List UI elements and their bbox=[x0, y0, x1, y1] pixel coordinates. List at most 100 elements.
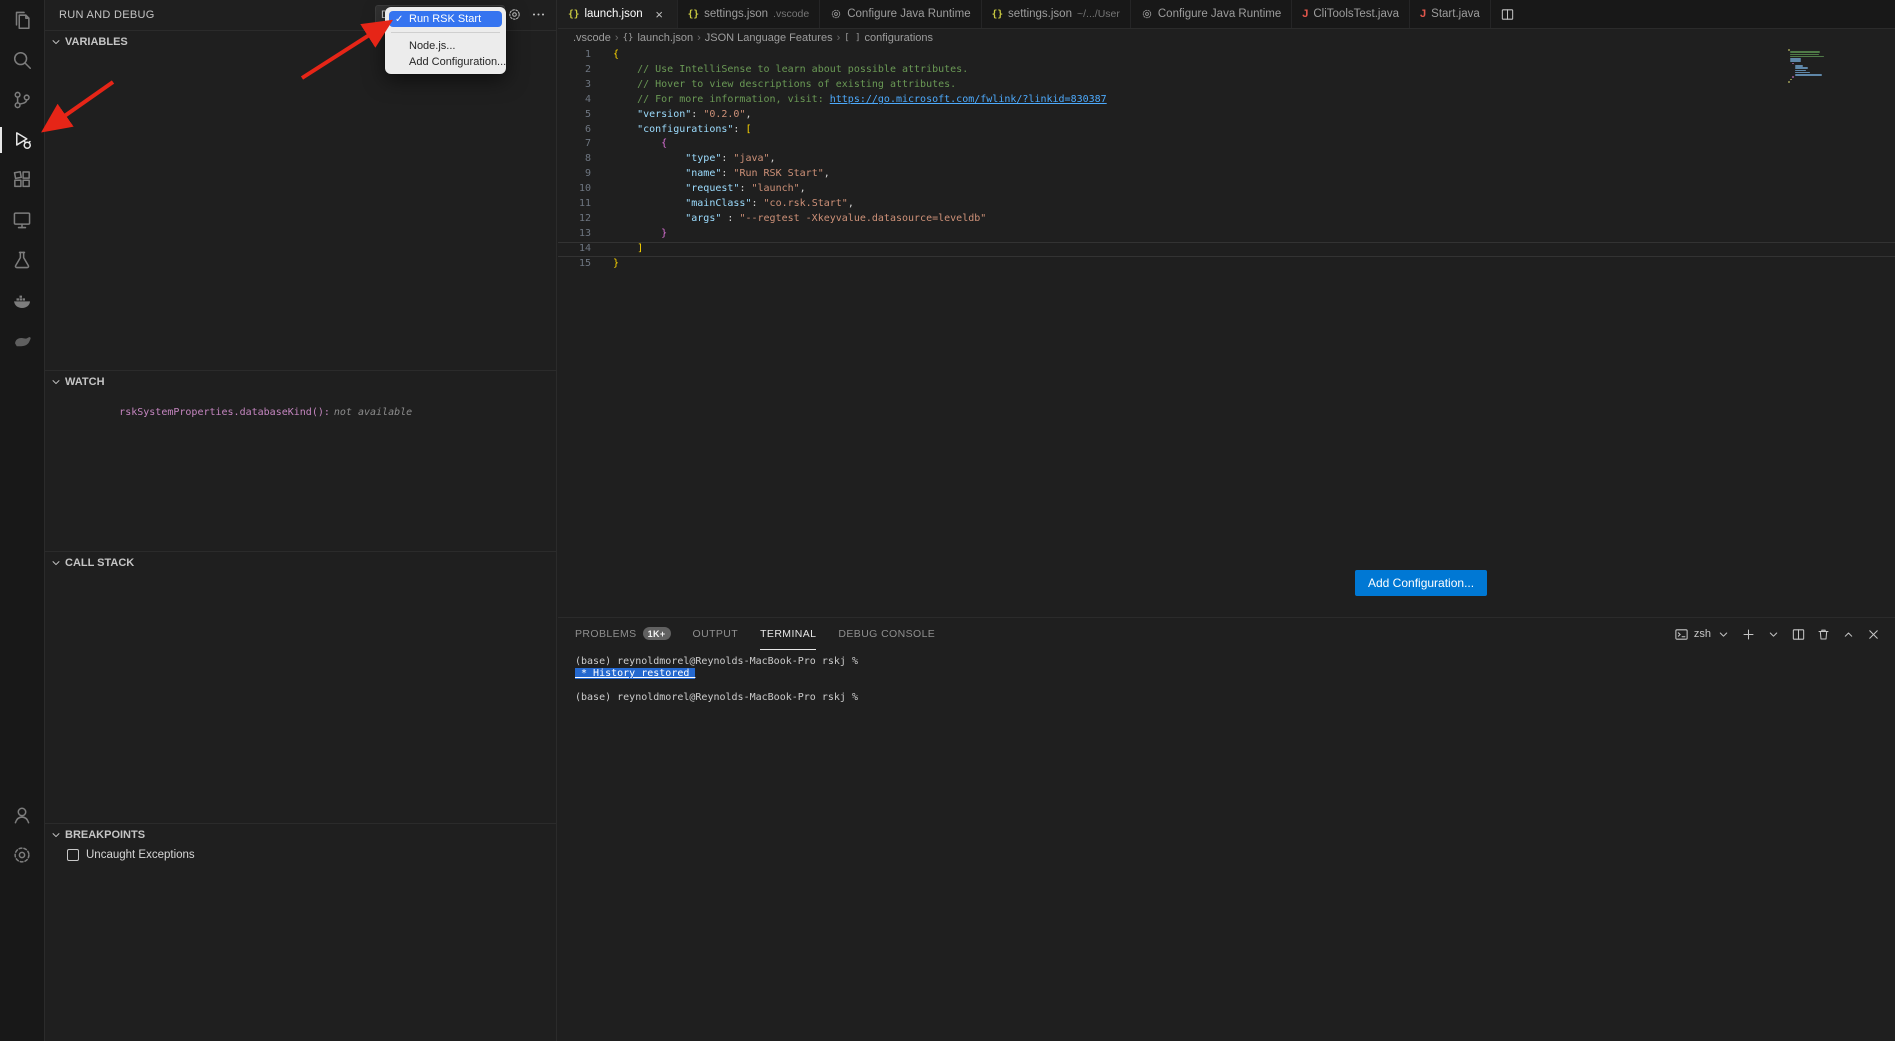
check-icon: ✓ bbox=[395, 14, 405, 25]
line-number[interactable]: 9 bbox=[558, 167, 591, 182]
close-tab-icon[interactable]: × bbox=[652, 7, 667, 22]
code-line-3: 3 // Hover to view descriptions of exist… bbox=[558, 78, 1895, 93]
minimap[interactable] bbox=[1788, 49, 1822, 83]
more-actions-icon[interactable] bbox=[531, 7, 546, 22]
breadcrumb-item[interactable]: JSON Language Features bbox=[705, 32, 833, 44]
gear-icon[interactable] bbox=[507, 7, 522, 22]
split-terminal-icon[interactable] bbox=[1791, 627, 1806, 642]
line-number[interactable]: 6 bbox=[558, 123, 591, 138]
activity-bar-remote-explorer[interactable] bbox=[0, 200, 44, 240]
line-number[interactable]: 7 bbox=[558, 137, 591, 152]
menu-item-run-rsk-start[interactable]: ✓Run RSK Start bbox=[389, 11, 502, 27]
code-line-content: ] bbox=[613, 242, 643, 257]
launch-profile-chevron-icon[interactable] bbox=[1766, 627, 1781, 642]
split-editor-icon[interactable] bbox=[1500, 7, 1515, 22]
activity-bar-docker[interactable] bbox=[0, 280, 44, 320]
uncaught-exceptions-checkbox[interactable] bbox=[67, 849, 79, 861]
gear-file-icon bbox=[1141, 8, 1153, 20]
breakpoint-item[interactable]: Uncaught Exceptions bbox=[45, 845, 556, 861]
menu-item-add-configuration-[interactable]: Add Configuration... bbox=[389, 54, 502, 70]
watch-section-header[interactable]: WATCH bbox=[45, 370, 556, 392]
code-line-2: 2 // Use IntelliSense to learn about pos… bbox=[558, 63, 1895, 78]
activity-bar-explorer[interactable] bbox=[0, 0, 44, 40]
terminal-text: (base) reynoldmorel@Reynolds-MacBook-Pro… bbox=[575, 656, 858, 667]
tab-configure-java-runtime[interactable]: Configure Java Runtime bbox=[820, 0, 981, 28]
code-token: "args" bbox=[613, 213, 721, 224]
code-line-content: } bbox=[613, 227, 667, 242]
kill-terminal-icon[interactable] bbox=[1816, 627, 1831, 642]
code-token bbox=[613, 138, 661, 149]
activity-bar-account[interactable] bbox=[0, 795, 44, 835]
minimap-line bbox=[1795, 74, 1823, 76]
code-token: , bbox=[770, 153, 776, 164]
activity-bar-search[interactable] bbox=[0, 40, 44, 80]
panel-tab-label: PROBLEMS bbox=[575, 628, 637, 640]
breakpoints-section-header[interactable]: BREAKPOINTS bbox=[45, 823, 556, 845]
json-file-icon: {} bbox=[568, 9, 579, 20]
code-token bbox=[613, 228, 661, 239]
line-number[interactable]: 12 bbox=[558, 212, 591, 227]
explorer-icon bbox=[11, 9, 33, 31]
code-line-12: 12 "args" : "--regtest -Xkeyvalue.dataso… bbox=[558, 212, 1895, 227]
close-panel-icon[interactable] bbox=[1866, 627, 1881, 642]
minimap-line bbox=[1790, 60, 1800, 62]
menu-item-node-js-[interactable]: Node.js... bbox=[389, 38, 502, 54]
activity-bar-run-and-debug[interactable] bbox=[0, 120, 44, 160]
tab-settings-json[interactable]: {}settings.json~/.../User bbox=[982, 0, 1131, 28]
terminal-line: (base) reynoldmorel@Reynolds-MacBook-Pro… bbox=[575, 656, 1895, 668]
line-number[interactable]: 14 bbox=[558, 242, 591, 257]
line-number[interactable]: 13 bbox=[558, 227, 591, 242]
code-token: : bbox=[691, 109, 703, 120]
tab-configure-java-runtime[interactable]: Configure Java Runtime bbox=[1131, 0, 1292, 28]
code-line-content: "mainClass": "co.rsk.Start", bbox=[613, 197, 854, 212]
activity-bar-settings[interactable] bbox=[0, 835, 44, 875]
tab-clitoolstest-java[interactable]: JCliToolsTest.java bbox=[1292, 0, 1410, 28]
panel-tab-debug-console[interactable]: DEBUG CONSOLE bbox=[838, 618, 935, 650]
breadcrumb-item[interactable]: [ ]configurations bbox=[844, 32, 933, 44]
tab-label: CliToolsTest.java bbox=[1313, 8, 1399, 20]
new-terminal-icon[interactable] bbox=[1741, 627, 1756, 642]
panel-tab-terminal[interactable]: TERMINAL bbox=[760, 618, 816, 650]
line-number[interactable]: 4 bbox=[558, 93, 591, 108]
add-configuration-button[interactable]: Add Configuration... bbox=[1355, 570, 1487, 596]
line-number[interactable]: 8 bbox=[558, 152, 591, 167]
brackets-icon: [ ] bbox=[844, 33, 860, 43]
call-stack-section-header[interactable]: CALL STACK bbox=[45, 551, 556, 573]
breadcrumb-separator: › bbox=[837, 32, 841, 44]
panel-tab-problems[interactable]: PROBLEMS1K+ bbox=[575, 618, 671, 650]
maximize-panel-icon[interactable] bbox=[1841, 627, 1856, 642]
line-number[interactable]: 15 bbox=[558, 257, 591, 272]
code-line-7: 7 { bbox=[558, 137, 1895, 152]
activity-bar-misc-extension[interactable] bbox=[0, 320, 44, 360]
breadcrumb-separator: › bbox=[697, 32, 701, 44]
line-number[interactable]: 2 bbox=[558, 63, 591, 78]
breadcrumb-item[interactable]: .vscode bbox=[573, 32, 611, 44]
breakpoint-label: Uncaught Exceptions bbox=[86, 849, 195, 861]
json-file-icon: {} bbox=[992, 9, 1003, 20]
tab-settings-json[interactable]: {}settings.json.vscode bbox=[678, 0, 821, 28]
breadcrumb-item[interactable]: {}launch.json bbox=[623, 32, 694, 44]
activity-bar-bottom bbox=[0, 795, 44, 875]
terminal-profile[interactable]: zsh bbox=[1674, 627, 1731, 642]
tab-start-java[interactable]: JStart.java bbox=[1410, 0, 1491, 28]
line-number[interactable]: 3 bbox=[558, 78, 591, 93]
chevron-down-icon[interactable] bbox=[1716, 627, 1731, 642]
section-label: WATCH bbox=[65, 376, 105, 388]
line-number[interactable]: 1 bbox=[558, 48, 591, 63]
code-line-1: 1{ bbox=[558, 48, 1895, 63]
section-label: VARIABLES bbox=[65, 36, 128, 48]
activity-bar-testing[interactable] bbox=[0, 240, 44, 280]
activity-bar-source-control[interactable] bbox=[0, 80, 44, 120]
line-number[interactable]: 11 bbox=[558, 197, 591, 212]
terminal-output[interactable]: (base) reynoldmorel@Reynolds-MacBook-Pro… bbox=[558, 650, 1895, 704]
tab-launch-json[interactable]: {} launch.json × bbox=[558, 0, 678, 28]
activity-bar-extensions[interactable] bbox=[0, 160, 44, 200]
code-editor[interactable]: 1{2 // Use IntelliSense to learn about p… bbox=[558, 47, 1895, 617]
tab-label: launch.json bbox=[584, 8, 642, 20]
line-number[interactable]: 5 bbox=[558, 108, 591, 123]
panel-tab-output[interactable]: OUTPUT bbox=[693, 618, 739, 650]
watch-expression-row[interactable]: rskSystemProperties.databaseKind():not a… bbox=[45, 392, 556, 429]
line-number[interactable]: 10 bbox=[558, 182, 591, 197]
breadcrumb-label: launch.json bbox=[637, 32, 693, 44]
tab-label: settings.json bbox=[704, 8, 768, 20]
